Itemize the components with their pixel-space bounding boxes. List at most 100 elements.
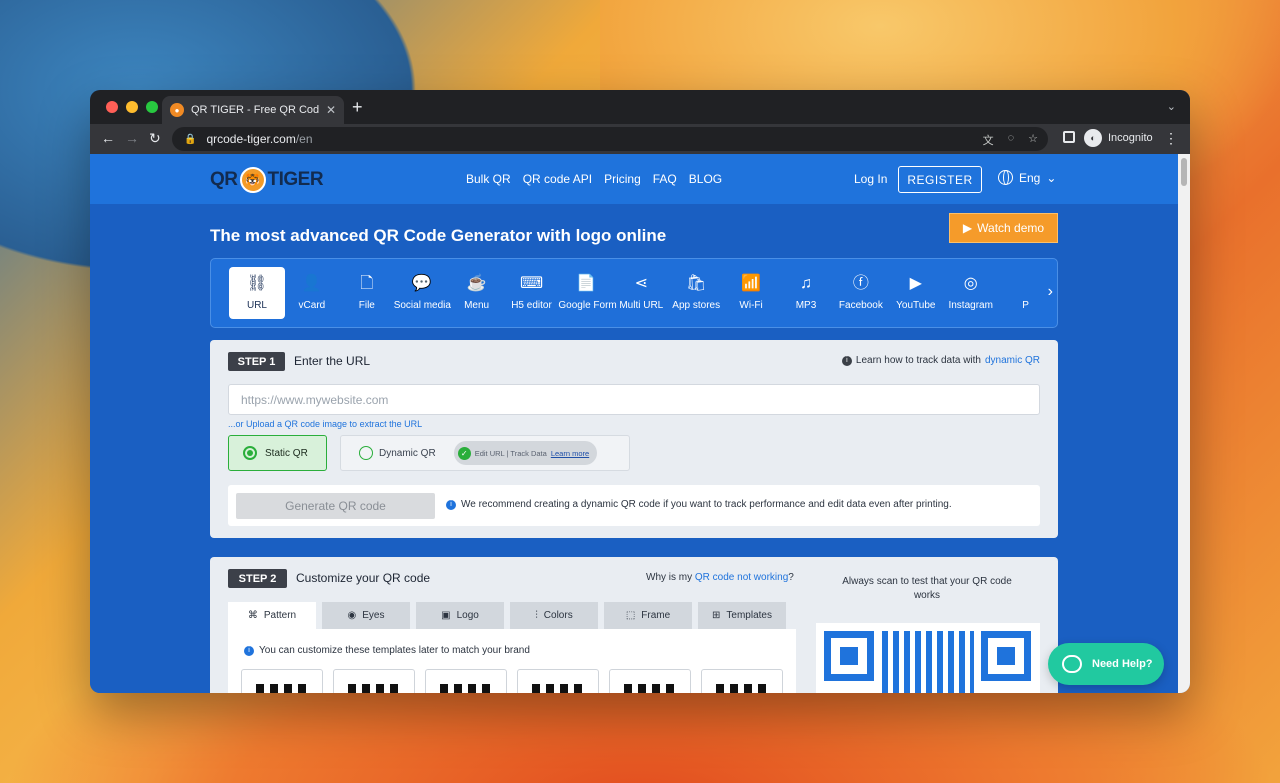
file-icon: 🗋 (360, 275, 374, 292)
pattern-preview (716, 684, 768, 693)
nav-blog[interactable]: BLOG (689, 172, 722, 186)
dynamic-features-pill: ✓ Edit URL | Track Data Learn more (453, 441, 598, 465)
step1-badge: STEP 1 (228, 352, 285, 371)
watch-demo-label: Watch demo (977, 221, 1045, 235)
eyes-icon: ◉ (347, 610, 357, 621)
dynamic-qr-link[interactable]: dynamic QR (985, 355, 1040, 366)
close-tab-icon[interactable]: ✕ (326, 103, 336, 117)
person-icon: 👤 (301, 275, 322, 292)
qr-not-working-note: Why is my QR code not working? (646, 572, 794, 583)
incognito-icon: ◐ (1084, 129, 1102, 147)
qr-type-app-stores[interactable]: 🛍 App stores (668, 267, 724, 319)
browser-titlebar: ● QR TIGER - Free QR Code Gene ✕ + ⌄ (90, 90, 1190, 124)
tab-search-chevron-icon[interactable]: ⌄ (1167, 100, 1176, 113)
qr-type-vcard[interactable]: 👤 vCard (284, 267, 340, 319)
qr-type-label: Instagram (948, 300, 993, 311)
qr-finder-pattern (824, 631, 874, 681)
minimize-window-button[interactable] (126, 101, 138, 113)
tab-frame[interactable]: ⬚ Frame (604, 602, 692, 629)
logo-text-right: TIGER (267, 169, 324, 190)
qr-type-url[interactable]: ⛓ URL (229, 267, 285, 319)
side-panel-icon[interactable] (1063, 131, 1075, 143)
tab-pattern[interactable]: ⌘ Pattern (228, 602, 316, 629)
tab-eyes[interactable]: ◉ Eyes (322, 602, 410, 629)
qr-type-mp3[interactable]: ♫ MP3 (778, 267, 834, 319)
tab-templates[interactable]: ⊞ Templates (698, 602, 786, 629)
tab-label: Eyes (362, 610, 385, 621)
incognito-label: Incognito (1108, 132, 1153, 144)
register-button[interactable]: REGISTER (898, 166, 982, 193)
qr-type-facebook[interactable]: ⓕ Facebook (833, 267, 889, 319)
qr-type-label: MP3 (795, 300, 817, 311)
bookmark-star-icon[interactable]: ☆ (1028, 132, 1038, 148)
maximize-window-button[interactable] (146, 101, 158, 113)
eye-off-icon[interactable]: ◌ (1008, 132, 1015, 148)
tab-logo[interactable]: ▣ Logo (416, 602, 504, 629)
partial-icon (998, 273, 1054, 295)
forward-arrow-icon[interactable]: → (125, 130, 139, 146)
dynamic-qr-option[interactable]: Dynamic QR ✓ Edit URL | Track Data Learn… (340, 435, 630, 471)
qr-type-selector: › ⛓ URL 👤 vCard 🗋 File 💬 Social media ☕ Menu ⌨ H5 e… (210, 258, 1058, 328)
url-input[interactable] (228, 384, 1040, 415)
qr-not-working-link[interactable]: QR code not working (695, 572, 788, 583)
nav-bulk-qr[interactable]: Bulk QR (466, 172, 511, 186)
nav-pricing[interactable]: Pricing (604, 172, 641, 186)
language-selector[interactable]: Eng ⌄ (998, 170, 1056, 185)
nav-qr-code-api[interactable]: QR code API (523, 172, 592, 186)
more-menu-icon[interactable]: ⋮ (1164, 130, 1178, 147)
browser-tab[interactable]: ● QR TIGER - Free QR Code Gene ✕ (162, 96, 344, 124)
qr-type-youtube[interactable]: ▶ YouTube (888, 267, 944, 319)
tab-label: Frame (641, 610, 671, 621)
youtube-icon: ▶ (909, 275, 922, 292)
qr-type-google-form[interactable]: 📄 Google Form (558, 267, 616, 319)
translate-icon[interactable]: 文 (983, 132, 994, 148)
tab-colors[interactable]: ⫶ Colors (510, 602, 598, 629)
customize-tabs: ⌘ Pattern ◉ Eyes ▣ Logo ⫶ Colors ⬚ Frame ⊞ Template… (228, 602, 786, 629)
learn-more-link[interactable]: Learn more (551, 449, 589, 458)
back-arrow-icon[interactable]: ← (101, 130, 115, 146)
chevron-down-icon: ⌄ (1046, 170, 1057, 185)
customize-panel: i You can customize these templates late… (228, 629, 796, 693)
recommend-note: i We recommend creating a dynamic QR cod… (446, 499, 952, 510)
dynamic-features-text: Edit URL | Track Data (474, 448, 547, 458)
watch-demo-button[interactable]: ▶ Watch demo (949, 213, 1058, 243)
qr-type-menu[interactable]: ☕ Menu (449, 267, 505, 319)
nav-faq[interactable]: FAQ (653, 172, 677, 186)
pattern-template[interactable] (701, 669, 783, 693)
generate-qr-button[interactable]: Generate QR code (236, 493, 435, 519)
login-link[interactable]: Log In (854, 172, 887, 186)
site-logo[interactable]: QR 🐯 TIGER (210, 167, 324, 193)
incognito-indicator[interactable]: ◐ Incognito (1084, 129, 1153, 147)
new-tab-icon[interactable]: + (352, 98, 363, 116)
qr-type-h5-editor[interactable]: ⌨ H5 editor (504, 267, 560, 319)
pattern-template[interactable] (425, 669, 507, 693)
qr-type-social-media[interactable]: 💬 Social media (394, 267, 451, 319)
qr-type-wi-fi[interactable]: 📶 Wi-Fi (723, 267, 779, 319)
qr-type-p[interactable]: P (998, 267, 1054, 319)
qr-type-file[interactable]: 🗋 File (339, 267, 395, 319)
reload-icon[interactable]: ↻ (149, 130, 161, 147)
qr-modules (882, 631, 974, 693)
static-qr-option[interactable]: Static QR (228, 435, 327, 471)
scrollbar-thumb[interactable] (1181, 158, 1187, 186)
upload-qr-image-link[interactable]: ...or Upload a QR code image to extract … (228, 419, 422, 429)
why-suffix: ? (788, 572, 794, 583)
pattern-icon: ⌘ (247, 610, 258, 621)
hero-title: The most advanced QR Code Generator with… (210, 226, 667, 245)
dynamic-qr-label: Dynamic QR (379, 447, 436, 459)
pattern-template[interactable] (333, 669, 415, 693)
tab-label: Logo (456, 610, 479, 621)
close-window-button[interactable] (106, 101, 118, 113)
pattern-template[interactable] (241, 669, 323, 693)
music-note-icon: ♫ (800, 275, 812, 292)
address-bar[interactable]: 🔒 qrcode-tiger.com/en 文 ◌ ☆ (172, 127, 1048, 151)
qr-type-multi-url[interactable]: ⋖ Multi URL (613, 267, 669, 319)
page-scrollbar[interactable] (1178, 154, 1190, 693)
pattern-template[interactable] (609, 669, 691, 693)
step1-title: Enter the URL (294, 354, 371, 368)
link-icon: ⛓ (246, 275, 268, 292)
html-icon: ⌨ (519, 275, 544, 292)
qr-type-instagram[interactable]: ◎ Instagram (943, 267, 999, 319)
pattern-template[interactable] (517, 669, 599, 693)
need-help-button[interactable]: Need Help? (1048, 643, 1164, 685)
